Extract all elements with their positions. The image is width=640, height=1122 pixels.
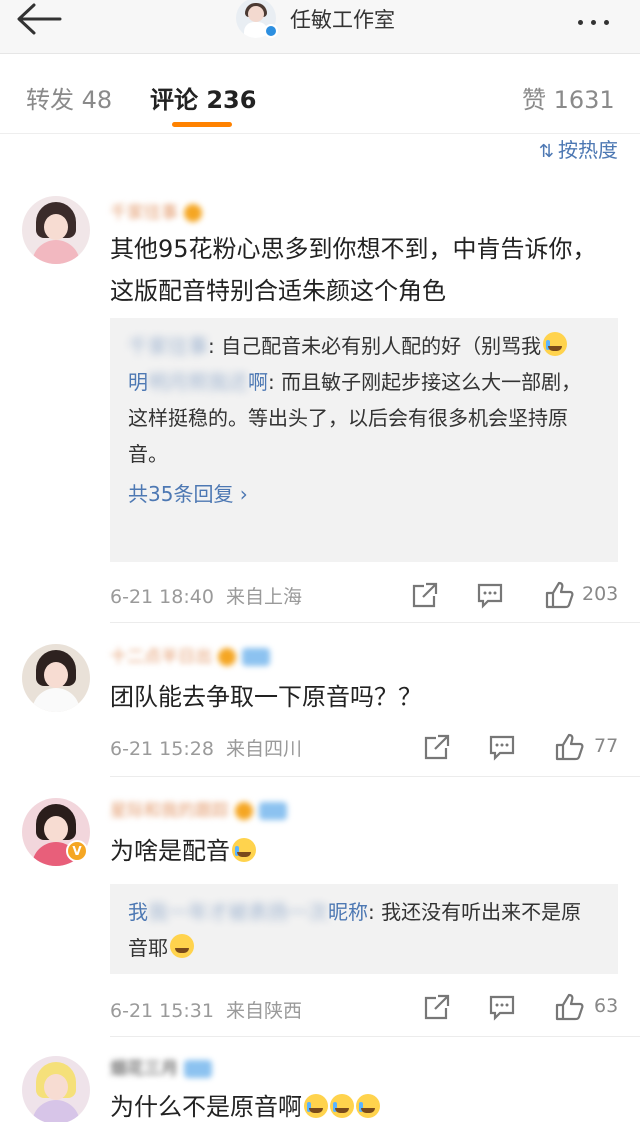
reply-icon[interactable] (476, 580, 504, 610)
reply-icon[interactable] (488, 992, 516, 1022)
verified-v-badge-icon: V (66, 840, 88, 862)
crying-emoji-icon (356, 1094, 380, 1118)
commenter-name[interactable]: 十二点半日出 (110, 642, 270, 667)
share-icon[interactable] (422, 992, 450, 1022)
page-title: 任敏工作室 (290, 8, 395, 32)
more-replies-link[interactable]: 共35条回复 › (128, 476, 600, 512)
comment-actions: 77 (420, 732, 632, 762)
comment-text: 团队能去争取一下原音吗？？ (110, 683, 422, 711)
avatar[interactable] (22, 196, 90, 264)
like-thumb-icon[interactable] (554, 992, 584, 1022)
avatar[interactable] (22, 1056, 90, 1122)
crying-emoji-icon (330, 1094, 354, 1118)
laughing-emoji-icon (170, 934, 194, 958)
divider (110, 776, 640, 777)
like-count: 203 (582, 583, 619, 605)
sort-icon: ⇅ (538, 141, 554, 162)
comment-text: 其他95花粉心思多到你想不到，中肯告诉你，这版配音特别合适朱颜这个角色 (110, 235, 597, 305)
crying-emoji-icon (232, 838, 256, 862)
crying-emoji-icon (304, 1094, 328, 1118)
comment-meta: 6-21 18:40 来自上海 (110, 586, 303, 608)
comment-actions: 63 (420, 992, 632, 1022)
share-icon[interactable] (410, 580, 438, 610)
crying-emoji-icon (543, 332, 568, 356)
reply-item: 千家往事: 自己配音未必有别人配的好（别骂我 (128, 328, 600, 364)
reply-item: 明明月照我还啊: 而且敏子刚起步接这么大一部剧，这样挺稳的。等出头了，以后会有很… (128, 370, 582, 466)
comment-meta: 6-21 15:28 来自四川 (110, 738, 303, 760)
commenter-name[interactable]: 烟花三月 (110, 1054, 212, 1079)
top-bar: 任敏工作室 (0, 0, 640, 54)
verified-badge-icon (264, 24, 278, 38)
comment-actions: 203 (408, 580, 620, 610)
avatar[interactable] (22, 644, 90, 712)
like-thumb-icon[interactable] (544, 580, 574, 610)
sort-label: 按热度 (558, 138, 618, 162)
commenter-name[interactable]: 星际和我的跟踪 (110, 796, 287, 821)
divider (110, 622, 640, 623)
like-count: 63 (594, 995, 619, 1017)
reply-icon[interactable] (488, 732, 516, 762)
like-thumb-icon[interactable] (554, 732, 584, 762)
reply-preview[interactable]: 我我一年才被表扬一次昵称: 我还没有听出来不是原音耶 (110, 884, 618, 974)
active-tab-indicator (172, 122, 232, 127)
share-icon[interactable] (422, 732, 450, 762)
like-count: 77 (594, 735, 619, 757)
tab-reposts[interactable]: 转发 48 (26, 80, 112, 115)
sort-by-hot-button[interactable]: ⇅ 按热度 (539, 134, 618, 163)
comment-text: 为啥是配音 (110, 830, 610, 872)
tab-likes[interactable]: 赞 1631 (522, 80, 615, 115)
tab-bar: 转发 48 评论 236 赞 1631 (0, 54, 640, 134)
divider (110, 1036, 640, 1037)
commenter-name[interactable]: 千家往事 (110, 198, 202, 223)
tab-comments[interactable]: 评论 236 (150, 80, 256, 115)
comment-meta: 6-21 15:31 来自陕西 (110, 1000, 303, 1022)
more-options-icon[interactable] (578, 10, 622, 25)
reply-preview[interactable]: 千家往事: 自己配音未必有别人配的好（别骂我 明明月照我还啊: 而且敏子刚起步接… (110, 318, 618, 562)
comment-text: 为什么不是原音啊 (110, 1086, 610, 1122)
reply-item: 我我一年才被表扬一次昵称: 我还没有听出来不是原音耶 (128, 900, 582, 960)
back-arrow-icon[interactable] (14, 2, 64, 36)
